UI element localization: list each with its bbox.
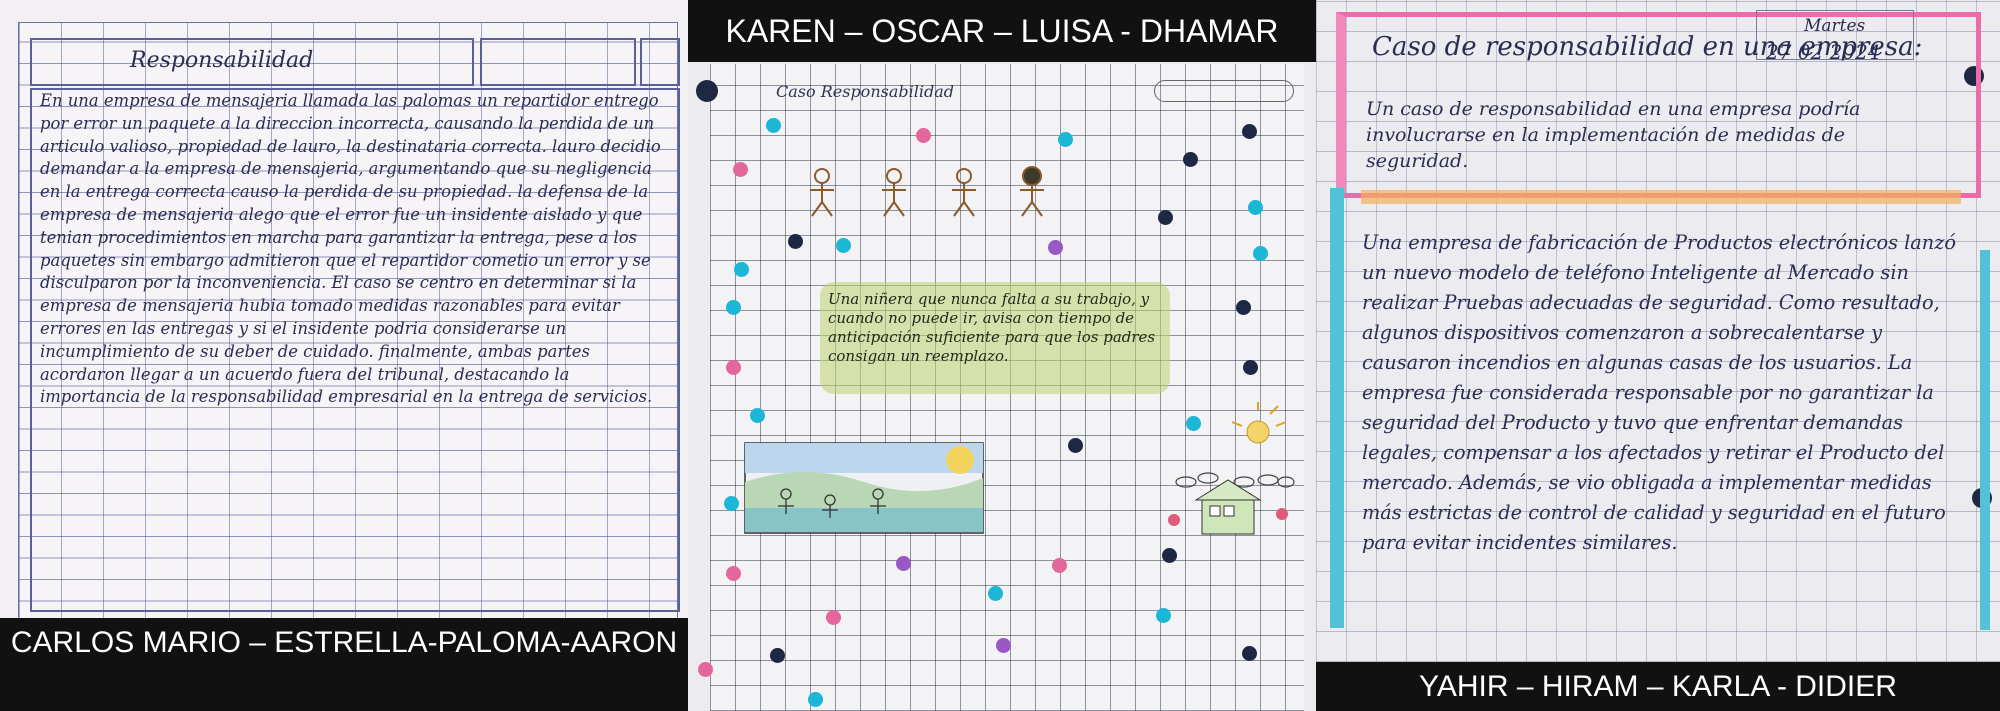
handwritten-intro: Un caso de responsabilidad en una empres… bbox=[1366, 98, 1861, 172]
decorative-dot bbox=[836, 238, 851, 253]
decorative-dot bbox=[1243, 360, 1258, 375]
header-box-small bbox=[640, 38, 680, 86]
decorative-dot bbox=[1242, 646, 1257, 661]
decorative-dot bbox=[896, 556, 911, 571]
date-pill bbox=[1154, 80, 1294, 102]
handwritten-title: Caso Responsabilidad bbox=[776, 82, 954, 101]
decorative-dot bbox=[726, 300, 741, 315]
team-caption: CARLOS MARIO – ESTRELLA-PALOMA-AARON bbox=[0, 618, 688, 711]
decorative-dot bbox=[1158, 210, 1173, 225]
decorative-dot bbox=[770, 648, 785, 663]
decorative-dot bbox=[1242, 124, 1257, 139]
decorative-dot bbox=[988, 586, 1003, 601]
panel-caso-responsabilidad: KAREN – OSCAR – LUISA - DHAMAR Caso Resp… bbox=[688, 0, 1316, 711]
binder-hole bbox=[696, 80, 718, 102]
handwritten-title: Caso de responsabilidad en una empresa: bbox=[1372, 32, 1923, 62]
decorative-dot bbox=[1183, 152, 1198, 167]
handwritten-paragraph: En una empresa de mensajeria llamada las… bbox=[40, 91, 661, 407]
header-box bbox=[480, 38, 636, 86]
stick-figures-drawing bbox=[810, 166, 1044, 217]
decorative-dot bbox=[750, 408, 765, 423]
orange-highlight bbox=[1361, 190, 1961, 204]
decorative-dot bbox=[698, 662, 713, 677]
decorative-dot bbox=[766, 118, 781, 133]
decorative-dot bbox=[1156, 608, 1171, 623]
handwritten-paragraph: Una empresa de fabricación de Productos … bbox=[1362, 231, 1956, 554]
decorative-dot bbox=[1253, 246, 1268, 261]
decorative-dot bbox=[726, 566, 741, 581]
decorative-dot bbox=[996, 638, 1011, 653]
decorative-dot bbox=[916, 128, 931, 143]
decorative-dot bbox=[1248, 200, 1263, 215]
blue-highlight-left bbox=[1330, 188, 1344, 628]
decorative-dot bbox=[1052, 558, 1067, 573]
house-drawing bbox=[1168, 402, 1295, 535]
decorative-dot bbox=[733, 162, 748, 177]
team-header: KAREN – OSCAR – LUISA - DHAMAR bbox=[688, 0, 1316, 62]
panel-caso-empresa: Martes 27 02 2024 Caso de responsabilida… bbox=[1316, 0, 2000, 711]
blue-highlight-right bbox=[1980, 250, 1990, 630]
park-drawing bbox=[744, 442, 984, 534]
panel-responsabilidad: Responsabilidad En una empresa de mensaj… bbox=[0, 0, 688, 711]
decorative-dot bbox=[808, 692, 823, 707]
decorative-dot bbox=[1162, 548, 1177, 563]
decorative-dot bbox=[1236, 300, 1251, 315]
decorative-dot bbox=[1058, 132, 1073, 147]
decorative-dot bbox=[1068, 438, 1083, 453]
decorative-dot bbox=[826, 610, 841, 625]
decorative-dot bbox=[734, 262, 749, 277]
handwritten-paragraph: Una niñera que nunca falta a su trabajo,… bbox=[828, 290, 1156, 365]
decorative-dot bbox=[788, 234, 803, 249]
team-caption: YAHIR – HIRAM – KARLA - DIDIER bbox=[1316, 662, 2000, 711]
decorative-dot bbox=[726, 360, 741, 375]
decorative-dot bbox=[1048, 240, 1063, 255]
handwritten-title: Responsabilidad bbox=[130, 48, 314, 73]
decorative-dot bbox=[724, 496, 739, 511]
